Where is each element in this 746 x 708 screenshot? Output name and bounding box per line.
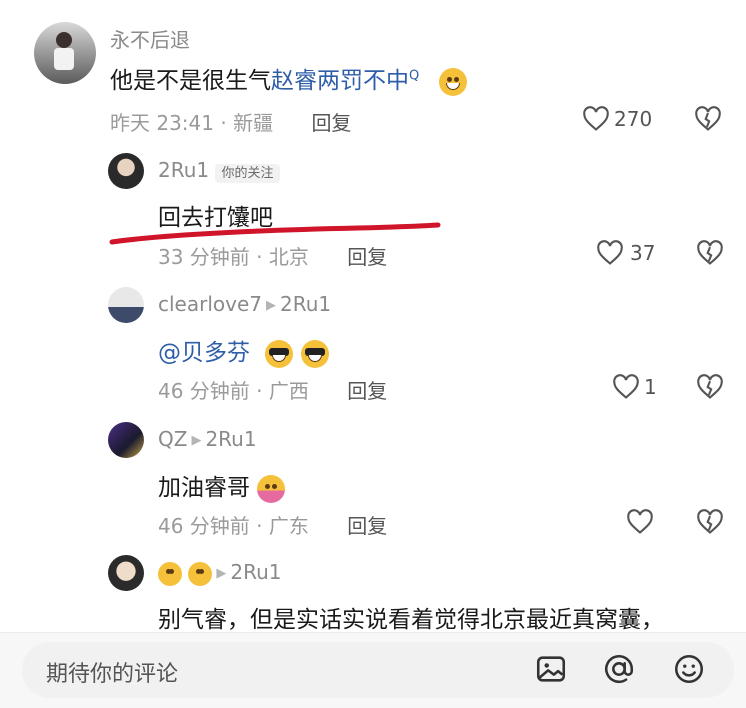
cool-emoji (265, 339, 294, 368)
image-icon[interactable] (534, 652, 568, 686)
comment-text: 加油睿哥 (158, 468, 286, 503)
comment-meta: 昨天 23:41 · 新疆 回复 (110, 111, 352, 135)
comment-username[interactable]: QZ ▶ 2Ru1 (158, 427, 257, 451)
avatar[interactable] (108, 287, 144, 323)
reply-button[interactable]: 回复 (347, 245, 387, 269)
comment-time: 46 分钟前 (158, 514, 250, 538)
comment-meta: 46 分钟前 · 广东 回复 (158, 514, 388, 538)
heart-icon[interactable] (582, 106, 610, 132)
reply-to-user[interactable]: 2Ru1 (230, 560, 281, 584)
reply-arrow-icon: ▶ (216, 566, 227, 581)
comment-username[interactable]: ▶ 2Ru1 (158, 560, 281, 586)
comment-input-placeholder: 期待你的评论 (46, 662, 179, 687)
broken-heart-icon[interactable] (696, 240, 724, 266)
thinking-emoji (188, 561, 213, 586)
like-count: 270 (614, 107, 653, 131)
following-tag: 你的关注 (215, 164, 280, 183)
mention-link[interactable]: @贝多芬 (158, 340, 250, 366)
like-count: 37 (630, 241, 656, 265)
comment-meta: 46 分钟前 · 广西 回复 (158, 379, 388, 403)
reply-button[interactable]: 回复 (311, 111, 351, 135)
reply-button[interactable]: 回复 (347, 514, 387, 538)
reply-arrow-icon: ▶ (266, 298, 276, 313)
heart-icon[interactable] (626, 509, 654, 535)
avatar[interactable] (108, 555, 144, 591)
hashtag-link[interactable]: 赵睿两罚不中 (271, 68, 409, 94)
comment-meta: 33 分钟前 · 北京 回复 (158, 245, 388, 269)
comment-username[interactable]: clearlove7 ▶ 2Ru1 (158, 292, 331, 316)
comment-time: 46 分钟前 (158, 379, 250, 403)
reply-button[interactable]: 回复 (347, 379, 387, 403)
comment-time: 昨天 23:41 (110, 111, 214, 135)
comment-text: 他是不是很生气赵睿两罚不中Q (110, 61, 467, 96)
broken-heart-icon[interactable] (696, 509, 724, 535)
thinking-emoji (158, 561, 182, 586)
reply-arrow-icon: ▶ (191, 433, 202, 448)
comment-text-plain: 他是不是很生气 (110, 68, 271, 94)
cool-emoji (300, 339, 329, 368)
hug-emoji (257, 474, 286, 503)
avatar[interactable] (34, 22, 96, 84)
grin-emoji (438, 67, 467, 96)
comment-location: 新疆 (233, 111, 274, 135)
reply-to-user[interactable]: 2Ru1 (280, 292, 331, 316)
avatar[interactable] (108, 153, 144, 189)
comment-text: 别气睿，但是实话实说看着觉得北京最近真窝囊， (158, 607, 664, 633)
comment-location: 北京 (268, 245, 309, 269)
heart-icon[interactable] (596, 240, 624, 266)
comment-text: @贝多芬 (158, 333, 329, 368)
reply-to-user[interactable]: 2Ru1 (205, 427, 256, 451)
search-mark[interactable]: Q (409, 68, 419, 83)
avatar[interactable] (108, 422, 144, 458)
comment-time: 33 分钟前 (158, 245, 250, 269)
broken-heart-icon[interactable] (696, 374, 724, 400)
emoji-icon[interactable] (672, 652, 706, 686)
comment-location: 广西 (268, 379, 309, 403)
comment-location: 广东 (268, 514, 309, 538)
like-count: 1 (644, 375, 657, 399)
comment-username[interactable]: 永不后退 (110, 24, 190, 53)
heart-icon[interactable] (612, 374, 640, 400)
comment-username[interactable]: 2Ru1 你的关注 (158, 158, 280, 183)
broken-heart-icon[interactable] (694, 106, 722, 132)
at-icon[interactable] (602, 652, 636, 686)
